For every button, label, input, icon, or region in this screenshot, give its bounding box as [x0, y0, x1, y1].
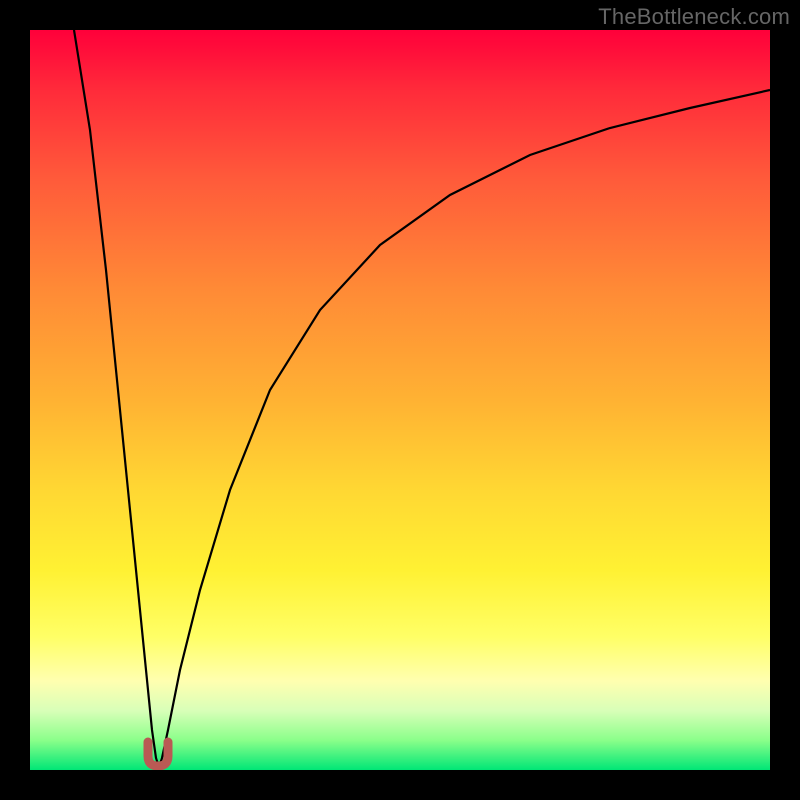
dip-marker	[148, 742, 168, 766]
bottleneck-curve	[30, 30, 770, 770]
plot-area	[30, 30, 770, 770]
watermark-text: TheBottleneck.com	[598, 4, 790, 30]
curve-path	[74, 30, 770, 763]
chart-frame: TheBottleneck.com	[0, 0, 800, 800]
